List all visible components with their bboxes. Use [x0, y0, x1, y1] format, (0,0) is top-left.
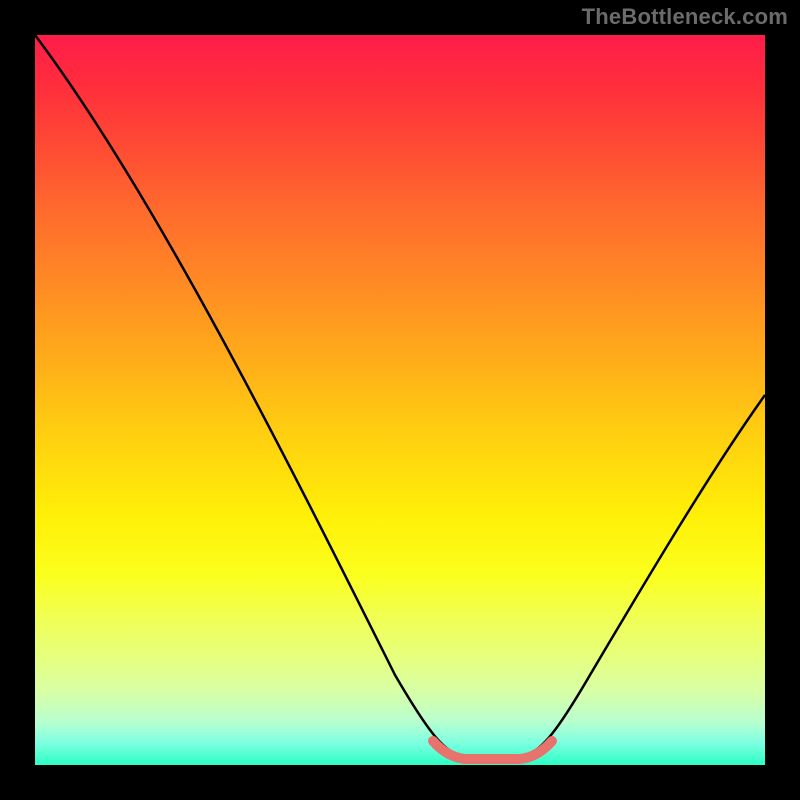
chart-frame: TheBottleneck.com: [0, 0, 800, 800]
bottleneck-curve: [35, 35, 765, 759]
chart-svg: [35, 35, 765, 765]
watermark-text: TheBottleneck.com: [582, 4, 788, 30]
optimal-range-marker: [433, 741, 552, 759]
